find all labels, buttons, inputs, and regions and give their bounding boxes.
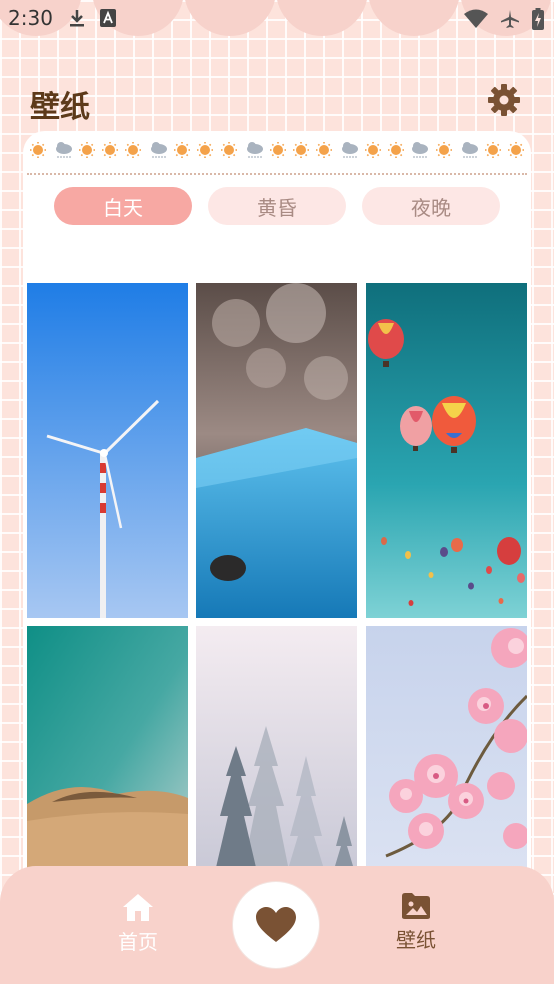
airplane-icon [501, 10, 519, 28]
bottom-nav: 首页 壁纸 [0, 866, 554, 984]
nav-home[interactable]: 首页 [88, 892, 188, 955]
battery-icon [532, 8, 544, 30]
page-title: 壁纸 [30, 90, 90, 125]
dotted-divider [27, 173, 527, 175]
settings-gear-icon[interactable] [486, 82, 522, 118]
heart-icon [256, 907, 296, 942]
tab-night[interactable]: 夜晚 [362, 187, 500, 225]
wallpaper-thumbnail-desert-dunes[interactable] [27, 626, 188, 876]
tab-day[interactable]: 白天 [54, 187, 192, 225]
download-icon [70, 10, 84, 27]
wallpaper-thumbnail-hot-air-balloons[interactable] [366, 283, 527, 618]
favorite-button[interactable] [233, 882, 319, 968]
wallpaper-thumbnail-misty-forest[interactable] [196, 626, 357, 876]
wallpaper-thumbnail-wind-turbine[interactable] [27, 283, 188, 618]
font-a-icon [100, 9, 116, 27]
nav-wallpaper[interactable]: 壁纸 [366, 892, 466, 953]
tab-dusk[interactable]: 黄昏 [208, 187, 346, 225]
wifi-icon [464, 9, 488, 28]
status-time: 2:30 [8, 6, 53, 30]
weather-strip-decoration [29, 141, 525, 159]
nav-wallpaper-label: 壁纸 [396, 928, 436, 952]
wallpaper-thumbnail-water-droplets[interactable] [196, 283, 357, 618]
wallpaper-thumbnail-cherry-blossoms[interactable] [366, 626, 527, 876]
home-icon [123, 894, 153, 921]
wallpaper-folder-icon [402, 893, 430, 919]
status-bar: 2:30 [0, 0, 554, 36]
nav-home-label: 首页 [118, 930, 158, 954]
